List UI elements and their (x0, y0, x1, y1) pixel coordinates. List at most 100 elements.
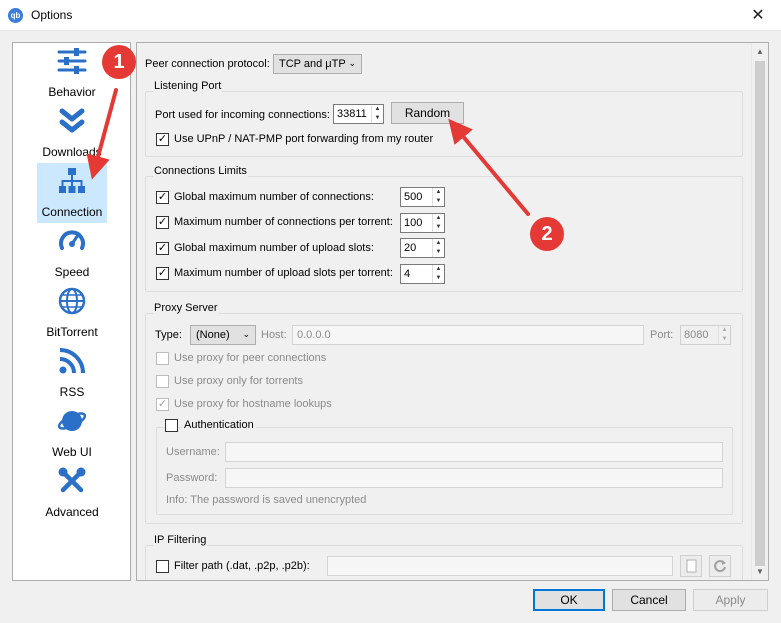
connection-settings-panel: Peer connection protocol: TCP and μTP ⌄ … (136, 42, 769, 581)
proxy-peer-connections-label: Use proxy for peer connections (174, 352, 327, 364)
peer-protocol-dropdown[interactable]: TCP and μTP ⌄ (273, 54, 362, 74)
filter-path-label: Filter path (.dat, .p2p, .p2b): (174, 560, 310, 572)
sidebar-item-label: Advanced (45, 505, 99, 519)
global-max-connections-checkbox[interactable]: ✓ (156, 191, 169, 204)
proxy-torrents-only-checkbox[interactable] (156, 375, 169, 388)
upload-slots-per-torrent-value: 4 (404, 268, 411, 280)
cancel-button[interactable]: Cancel (612, 589, 686, 611)
incoming-port-spinbox[interactable]: 33811 ▲ ▼ (333, 104, 384, 124)
options-sidebar: Behavior Downloads Connection Speed BitT… (12, 42, 131, 581)
upload-slots-per-torrent-label: Maximum number of upload slots per torre… (174, 267, 393, 279)
qbittorrent-app-icon: qb (8, 8, 23, 23)
sidebar-item-speed[interactable]: Speed (37, 223, 107, 283)
speedometer-icon (59, 230, 85, 250)
proxy-host-placeholder: 0.0.0.0 (297, 329, 331, 341)
incoming-port-label: Port used for incoming connections: (155, 109, 330, 121)
chevron-down-icon: ⌄ (348, 58, 356, 68)
global-max-connections-label: Global maximum number of connections: (174, 191, 374, 203)
globe-icon (58, 287, 86, 315)
sidebar-item-label: RSS (59, 385, 85, 399)
spin-arrows-icon[interactable]: ▲ ▼ (371, 105, 383, 123)
spin-arrows-icon[interactable]: ▲ ▼ (718, 326, 730, 344)
upnp-label: Use UPnP / NAT-PMP port forwarding from … (174, 133, 434, 145)
peer-protocol-value: TCP and μTP (279, 58, 346, 70)
spin-arrows-icon[interactable]: ▲ ▼ (432, 214, 444, 232)
proxy-type-label: Type: (155, 329, 182, 341)
random-port-button[interactable]: Random (391, 102, 464, 124)
upload-slots-per-torrent-checkbox[interactable]: ✓ (156, 267, 169, 280)
max-connections-per-torrent-checkbox[interactable]: ✓ (156, 216, 169, 229)
annotation-badge-1: 1 (102, 45, 136, 79)
listening-port-title: Listening Port (153, 80, 223, 92)
proxy-hostname-lookups-label: Use proxy for hostname lookups (174, 398, 332, 410)
password-input[interactable] (225, 468, 723, 488)
apply-button[interactable]: Apply (693, 589, 768, 611)
connection-limits-title: Connections Limits (153, 165, 248, 177)
document-icon (686, 559, 697, 573)
incoming-port-value: 33811 (337, 108, 367, 120)
sliders-icon (57, 48, 87, 74)
global-max-connections-spinbox[interactable]: 500 ▲ ▼ (400, 187, 445, 207)
content-scrollbar[interactable]: ▲ ▼ (751, 43, 768, 580)
sidebar-item-label: Speed (54, 265, 90, 279)
sidebar-item-label: BitTorrent (46, 325, 98, 339)
upload-slots-per-torrent-spinbox[interactable]: 4 ▲ ▼ (400, 264, 445, 284)
proxy-type-value: (None) (196, 329, 230, 341)
sidebar-item-behavior[interactable]: Behavior (37, 43, 107, 103)
window-title: Options (31, 8, 73, 22)
proxy-hostname-lookups-checkbox[interactable]: ✓ (156, 398, 169, 411)
scroll-thumb[interactable] (755, 61, 765, 566)
sidebar-item-connection[interactable]: Connection (37, 163, 107, 223)
sidebar-item-downloads[interactable]: Downloads (37, 103, 107, 163)
scroll-down-icon[interactable]: ▼ (752, 563, 768, 580)
network-icon (59, 168, 85, 193)
sidebar-item-label: Behavior (48, 85, 96, 99)
authentication-checkbox[interactable] (165, 419, 178, 432)
double-chevron-down-icon (59, 108, 85, 133)
scroll-up-icon[interactable]: ▲ (752, 43, 768, 60)
global-upload-slots-spinbox[interactable]: 20 ▲ ▼ (400, 238, 445, 258)
ip-filtering-title: IP Filtering (153, 534, 208, 546)
password-info-text: Info: The password is saved unencrypted (166, 494, 367, 506)
spin-arrows-icon[interactable]: ▲ ▼ (432, 265, 444, 283)
close-icon[interactable]: ✕ (735, 0, 781, 31)
browse-file-button[interactable] (680, 555, 702, 577)
sidebar-item-advanced[interactable]: Advanced (37, 463, 107, 523)
username-label: Username: (166, 446, 220, 458)
planet-icon (57, 411, 87, 431)
proxy-type-dropdown[interactable]: (None) ⌄ (190, 325, 256, 345)
filter-path-checkbox[interactable] (156, 560, 169, 573)
proxy-server-title: Proxy Server (153, 302, 219, 314)
global-upload-slots-value: 20 (404, 242, 417, 254)
global-max-connections-value: 500 (404, 191, 423, 203)
proxy-host-input[interactable]: 0.0.0.0 (292, 325, 644, 345)
username-input[interactable] (225, 442, 723, 462)
max-connections-per-torrent-label: Maximum number of connections per torren… (174, 216, 393, 228)
ok-button[interactable]: OK (533, 589, 605, 611)
proxy-port-spinbox[interactable]: 8080 ▲ ▼ (680, 325, 731, 345)
upnp-checkbox[interactable]: ✓ (156, 133, 169, 146)
refresh-icon (714, 560, 726, 573)
listening-port-group (145, 91, 743, 157)
proxy-peer-connections-checkbox[interactable] (156, 352, 169, 365)
max-connections-per-torrent-spinbox[interactable]: 100 ▲ ▼ (400, 213, 445, 233)
peer-protocol-label: Peer connection protocol: (145, 58, 270, 70)
sidebar-item-label: Connection (41, 205, 103, 219)
spin-arrows-icon[interactable]: ▲ ▼ (432, 239, 444, 257)
reload-filter-button[interactable] (709, 555, 731, 577)
proxy-host-label: Host: (261, 329, 287, 341)
annotation-badge-2: 2 (530, 217, 564, 251)
global-upload-slots-checkbox[interactable]: ✓ (156, 242, 169, 255)
sidebar-item-rss[interactable]: RSS (37, 343, 107, 403)
max-connections-per-torrent-value: 100 (404, 217, 423, 229)
rss-icon (59, 348, 85, 374)
sidebar-item-bittorrent[interactable]: BitTorrent (37, 283, 107, 343)
sidebar-item-webui[interactable]: Web UI (37, 403, 107, 463)
tools-icon (58, 467, 86, 493)
global-upload-slots-label: Global maximum number of upload slots: (174, 242, 374, 254)
sidebar-item-label: Downloads (42, 145, 102, 159)
proxy-torrents-only-label: Use proxy only for torrents (174, 375, 303, 387)
spin-arrows-icon[interactable]: ▲ ▼ (432, 188, 444, 206)
filter-path-input[interactable] (327, 556, 673, 576)
proxy-port-value: 8080 (684, 329, 709, 341)
